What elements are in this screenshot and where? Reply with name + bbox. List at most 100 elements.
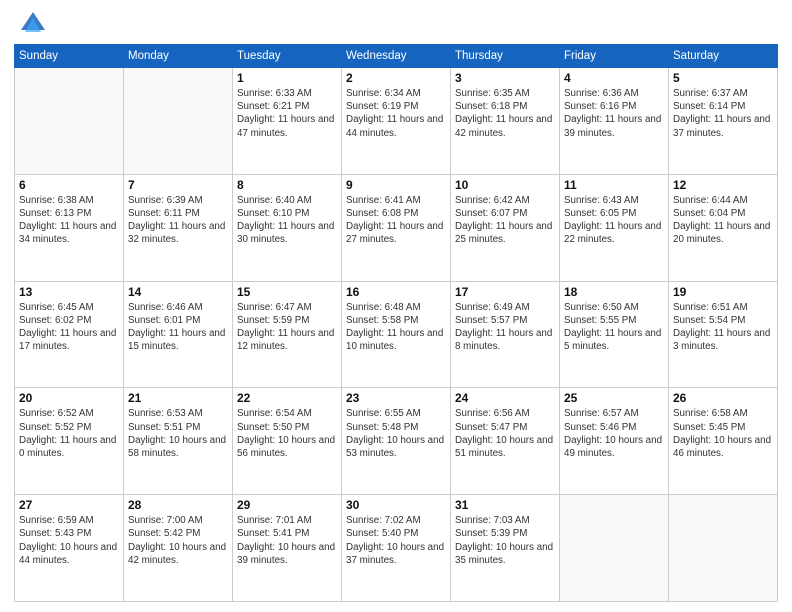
- day-number: 11: [564, 178, 664, 192]
- day-number: 6: [19, 178, 119, 192]
- calendar-cell: 26 Sunrise: 6:58 AM Sunset: 5:45 PM Dayli…: [669, 388, 778, 495]
- day-number: 10: [455, 178, 555, 192]
- day-info: Sunrise: 6:49 AM Sunset: 5:57 PM Dayligh…: [455, 301, 555, 354]
- calendar-cell: [15, 68, 124, 175]
- calendar-cell: 16 Sunrise: 6:48 AM Sunset: 5:58 PM Dayli…: [342, 281, 451, 388]
- day-number: 26: [673, 391, 773, 405]
- logo: [14, 10, 47, 38]
- calendar-cell: [669, 495, 778, 602]
- day-number: 30: [346, 498, 446, 512]
- page-header: [14, 10, 778, 38]
- day-number: 17: [455, 285, 555, 299]
- calendar-cell: 29 Sunrise: 7:01 AM Sunset: 5:41 PM Dayli…: [233, 495, 342, 602]
- calendar-cell: 14 Sunrise: 6:46 AM Sunset: 6:01 PM Dayli…: [124, 281, 233, 388]
- calendar-cell: 11 Sunrise: 6:43 AM Sunset: 6:05 PM Dayli…: [560, 174, 669, 281]
- day-number: 3: [455, 71, 555, 85]
- day-number: 23: [346, 391, 446, 405]
- day-number: 22: [237, 391, 337, 405]
- day-info: Sunrise: 6:55 AM Sunset: 5:48 PM Dayligh…: [346, 407, 446, 460]
- day-number: 24: [455, 391, 555, 405]
- calendar-cell: 31 Sunrise: 7:03 AM Sunset: 5:39 PM Dayli…: [451, 495, 560, 602]
- day-info: Sunrise: 6:38 AM Sunset: 6:13 PM Dayligh…: [19, 194, 119, 247]
- day-number: 28: [128, 498, 228, 512]
- day-info: Sunrise: 6:59 AM Sunset: 5:43 PM Dayligh…: [19, 514, 119, 567]
- calendar-cell: 17 Sunrise: 6:49 AM Sunset: 5:57 PM Dayli…: [451, 281, 560, 388]
- day-info: Sunrise: 7:00 AM Sunset: 5:42 PM Dayligh…: [128, 514, 228, 567]
- calendar-week-row: 6 Sunrise: 6:38 AM Sunset: 6:13 PM Daylig…: [15, 174, 778, 281]
- day-number: 19: [673, 285, 773, 299]
- day-number: 20: [19, 391, 119, 405]
- day-info: Sunrise: 6:46 AM Sunset: 6:01 PM Dayligh…: [128, 301, 228, 354]
- day-info: Sunrise: 6:52 AM Sunset: 5:52 PM Dayligh…: [19, 407, 119, 460]
- day-number: 12: [673, 178, 773, 192]
- day-number: 27: [19, 498, 119, 512]
- calendar-cell: 13 Sunrise: 6:45 AM Sunset: 6:02 PM Dayli…: [15, 281, 124, 388]
- day-info: Sunrise: 7:02 AM Sunset: 5:40 PM Dayligh…: [346, 514, 446, 567]
- calendar-cell: 3 Sunrise: 6:35 AM Sunset: 6:18 PM Daylig…: [451, 68, 560, 175]
- day-info: Sunrise: 6:42 AM Sunset: 6:07 PM Dayligh…: [455, 194, 555, 247]
- day-number: 29: [237, 498, 337, 512]
- calendar-cell: 23 Sunrise: 6:55 AM Sunset: 5:48 PM Dayli…: [342, 388, 451, 495]
- day-info: Sunrise: 6:43 AM Sunset: 6:05 PM Dayligh…: [564, 194, 664, 247]
- calendar-cell: 6 Sunrise: 6:38 AM Sunset: 6:13 PM Daylig…: [15, 174, 124, 281]
- calendar-cell: 30 Sunrise: 7:02 AM Sunset: 5:40 PM Dayli…: [342, 495, 451, 602]
- day-number: 15: [237, 285, 337, 299]
- calendar-cell: 7 Sunrise: 6:39 AM Sunset: 6:11 PM Daylig…: [124, 174, 233, 281]
- day-info: Sunrise: 6:36 AM Sunset: 6:16 PM Dayligh…: [564, 87, 664, 140]
- day-info: Sunrise: 6:33 AM Sunset: 6:21 PM Dayligh…: [237, 87, 337, 140]
- day-info: Sunrise: 6:39 AM Sunset: 6:11 PM Dayligh…: [128, 194, 228, 247]
- day-number: 13: [19, 285, 119, 299]
- calendar-cell: 19 Sunrise: 6:51 AM Sunset: 5:54 PM Dayli…: [669, 281, 778, 388]
- calendar-cell: 9Sunrise: 6:41 AM Sunset: 6:08 PM Daylig…: [342, 174, 451, 281]
- day-info: Sunrise: 6:44 AM Sunset: 6:04 PM Dayligh…: [673, 194, 773, 247]
- day-info: Sunrise: 6:35 AM Sunset: 6:18 PM Dayligh…: [455, 87, 555, 140]
- calendar-cell: [124, 68, 233, 175]
- calendar-week-row: 13 Sunrise: 6:45 AM Sunset: 6:02 PM Dayli…: [15, 281, 778, 388]
- day-info: Sunrise: 6:56 AM Sunset: 5:47 PM Dayligh…: [455, 407, 555, 460]
- calendar-day-header: Sunday: [15, 45, 124, 68]
- calendar-cell: 28 Sunrise: 7:00 AM Sunset: 5:42 PM Dayli…: [124, 495, 233, 602]
- day-info: Sunrise: 6:53 AM Sunset: 5:51 PM Dayligh…: [128, 407, 228, 460]
- calendar-cell: 27 Sunrise: 6:59 AM Sunset: 5:43 PM Dayli…: [15, 495, 124, 602]
- day-info: Sunrise: 7:03 AM Sunset: 5:39 PM Dayligh…: [455, 514, 555, 567]
- calendar-cell: 5Sunrise: 6:37 AM Sunset: 6:14 PM Daylig…: [669, 68, 778, 175]
- day-info: Sunrise: 7:01 AM Sunset: 5:41 PM Dayligh…: [237, 514, 337, 567]
- day-info: Sunrise: 6:58 AM Sunset: 5:45 PM Dayligh…: [673, 407, 773, 460]
- calendar-cell: 8 Sunrise: 6:40 AM Sunset: 6:10 PM Daylig…: [233, 174, 342, 281]
- calendar-cell: 18Sunrise: 6:50 AM Sunset: 5:55 PM Dayli…: [560, 281, 669, 388]
- calendar-table: SundayMondayTuesdayWednesdayThursdayFrid…: [14, 44, 778, 602]
- calendar-day-header: Friday: [560, 45, 669, 68]
- calendar-day-header: Wednesday: [342, 45, 451, 68]
- logo-icon: [19, 10, 47, 38]
- day-number: 2: [346, 71, 446, 85]
- day-number: 25: [564, 391, 664, 405]
- calendar-day-header: Tuesday: [233, 45, 342, 68]
- day-info: Sunrise: 6:47 AM Sunset: 5:59 PM Dayligh…: [237, 301, 337, 354]
- day-info: Sunrise: 6:34 AM Sunset: 6:19 PM Dayligh…: [346, 87, 446, 140]
- day-number: 31: [455, 498, 555, 512]
- day-info: Sunrise: 6:41 AM Sunset: 6:08 PM Dayligh…: [346, 194, 446, 247]
- day-number: 4: [564, 71, 664, 85]
- day-number: 8: [237, 178, 337, 192]
- calendar-cell: 24 Sunrise: 6:56 AM Sunset: 5:47 PM Dayli…: [451, 388, 560, 495]
- day-info: Sunrise: 6:51 AM Sunset: 5:54 PM Dayligh…: [673, 301, 773, 354]
- calendar-cell: [560, 495, 669, 602]
- calendar-week-row: 20 Sunrise: 6:52 AM Sunset: 5:52 PM Dayli…: [15, 388, 778, 495]
- day-info: Sunrise: 6:48 AM Sunset: 5:58 PM Dayligh…: [346, 301, 446, 354]
- day-number: 16: [346, 285, 446, 299]
- day-info: Sunrise: 6:40 AM Sunset: 6:10 PM Dayligh…: [237, 194, 337, 247]
- calendar-cell: 21 Sunrise: 6:53 AM Sunset: 5:51 PM Dayli…: [124, 388, 233, 495]
- day-number: 7: [128, 178, 228, 192]
- calendar-cell: 20 Sunrise: 6:52 AM Sunset: 5:52 PM Dayli…: [15, 388, 124, 495]
- calendar-day-header: Monday: [124, 45, 233, 68]
- calendar-header-row: SundayMondayTuesdayWednesdayThursdayFrid…: [15, 45, 778, 68]
- day-info: Sunrise: 6:54 AM Sunset: 5:50 PM Dayligh…: [237, 407, 337, 460]
- day-number: 14: [128, 285, 228, 299]
- day-number: 21: [128, 391, 228, 405]
- day-info: Sunrise: 6:45 AM Sunset: 6:02 PM Dayligh…: [19, 301, 119, 354]
- calendar-cell: 22 Sunrise: 6:54 AM Sunset: 5:50 PM Dayli…: [233, 388, 342, 495]
- calendar-cell: 4 Sunrise: 6:36 AM Sunset: 6:16 PM Daylig…: [560, 68, 669, 175]
- calendar-cell: 12 Sunrise: 6:44 AM Sunset: 6:04 PM Dayli…: [669, 174, 778, 281]
- day-number: 18: [564, 285, 664, 299]
- calendar-cell: 10 Sunrise: 6:42 AM Sunset: 6:07 PM Dayli…: [451, 174, 560, 281]
